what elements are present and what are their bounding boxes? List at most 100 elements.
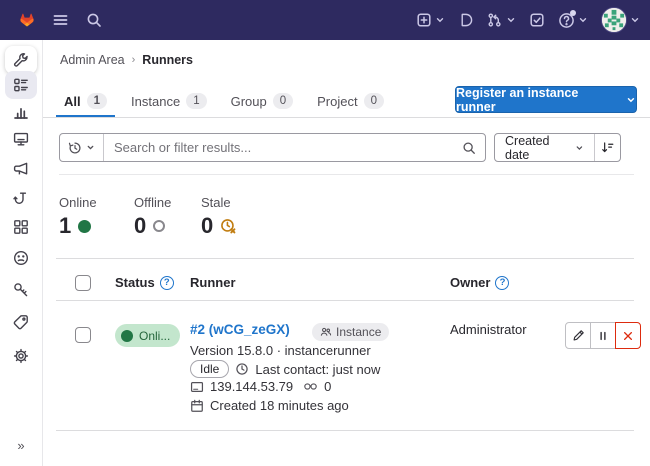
plus-square-icon [416,12,432,28]
gitlab-admin-runners-page: » Admin Area › Runners All 1 Instance 1 … [0,0,650,466]
neutral-face-icon [13,250,29,266]
overview-list-icon [13,77,29,93]
table-top-border [56,258,634,259]
status-help-icon[interactable]: ? [160,276,174,290]
tab-all[interactable]: All 1 [56,85,115,117]
runner-type-badge: Instance [312,323,389,341]
row-checkbox[interactable] [75,327,91,343]
sidebar-item-analytics[interactable] [5,98,37,126]
sidebar-item-settings[interactable] [5,342,37,370]
chevron-down-icon [86,143,95,152]
stale-count: 0 [201,213,213,239]
main-content: Admin Area › Runners All 1 Instance 1 Gr… [43,40,650,466]
chevron-down-icon [578,15,588,25]
column-header-owner: Owner ? [450,275,509,290]
pause-icon [597,330,609,342]
chevron-down-icon [506,15,516,25]
sidebar-item-abuse-reports[interactable] [5,244,37,272]
tab-instance-count: 1 [186,93,206,109]
runner-created-line: Created 18 minutes ago [190,398,349,413]
created-time: Created 18 minutes ago [210,398,349,413]
sidebar-item-ci-cd[interactable] [5,185,37,213]
sidebar-item-monitoring[interactable] [5,125,37,153]
offline-status-icon [153,220,165,232]
runner-ip: 139.144.53.79 [210,379,293,394]
breadcrumb-runners: Runners [142,53,193,67]
sort-descending-icon [601,141,614,154]
issues-button[interactable] [458,12,473,28]
edit-runner-button[interactable] [565,322,591,349]
sidebar-item-keys[interactable] [5,276,37,304]
todo-check-icon [529,12,545,28]
table-header-border [56,300,634,301]
sidebar-item-overview[interactable] [5,71,37,99]
related-count: 0 [324,379,331,394]
register-instance-runner-button[interactable]: Register an instance runner [455,86,637,113]
status-badge: Onli... [115,324,180,347]
sort-direction-button[interactable] [594,134,620,161]
sidebar-item-messages[interactable] [5,155,37,183]
sidebar-item-applications[interactable] [5,213,37,241]
stat-online: Online 1 [59,195,97,239]
pause-runner-button[interactable] [590,322,616,349]
sidebar-collapse-button[interactable]: » [0,438,42,453]
merge-request-icon [486,12,503,28]
tab-project[interactable]: Project 0 [309,85,392,117]
user-menu-button[interactable] [601,7,640,33]
megaphone-icon [13,161,29,177]
idle-badge: Idle [190,360,229,378]
online-count: 1 [59,213,71,239]
breadcrumb: Admin Area › Runners [60,53,193,67]
hamburger-menu-icon[interactable] [52,12,69,28]
filter-history-dropdown[interactable] [60,134,104,161]
row-bottom-border [56,430,634,431]
owner-link[interactable]: Administrator [450,322,527,337]
search-submit-button[interactable] [453,141,485,155]
key-icon [13,282,29,298]
online-dot-icon [121,330,133,342]
wrench-icon [13,52,29,68]
applications-grid-icon [13,219,29,235]
help-menu-button[interactable] [558,12,588,29]
tab-project-count: 0 [364,93,384,109]
bar-chart-icon [13,104,29,120]
sidebar-item-labels[interactable] [5,308,37,336]
tab-instance[interactable]: Instance 1 [123,85,215,117]
last-contact: Last contact: just now [255,362,380,377]
tab-group-count: 0 [273,93,293,109]
calendar-icon [190,399,204,413]
stat-offline: Offline 0 [134,195,171,239]
search-filter-bar [59,133,486,162]
host-icon [190,380,204,394]
chevron-down-icon [630,15,640,25]
sidebar-item-admin-wrench[interactable] [5,46,37,74]
gear-icon [13,348,29,364]
stale-clock-x-icon [220,218,237,235]
todos-button[interactable] [529,12,545,28]
delete-runner-button[interactable] [615,322,641,349]
close-x-icon [622,330,634,342]
tab-group[interactable]: Group 0 [223,85,302,117]
gitlab-logo-icon[interactable] [14,7,40,33]
runner-host-line: 139.144.53.79 0 [190,379,331,394]
runner-actions [565,322,641,349]
clock-icon [235,362,249,376]
chevron-down-icon [435,15,445,25]
sort-by-dropdown[interactable]: Created date [495,134,594,161]
chevron-down-icon [626,95,636,105]
select-all-checkbox[interactable] [75,275,91,291]
breadcrumb-admin-area[interactable]: Admin Area [60,53,125,67]
offline-count: 0 [134,213,146,239]
merge-requests-button[interactable] [486,12,516,28]
admin-sidebar: » [0,40,43,466]
search-input[interactable] [104,140,453,155]
online-status-icon [78,220,91,233]
owner-help-icon[interactable]: ? [495,276,509,290]
runner-link[interactable]: #2 (wCG_zeGX) [190,322,290,337]
hook-icon [13,191,29,207]
stat-stale: Stale 0 [201,195,237,239]
navbar-search-icon[interactable] [86,12,102,28]
issues-doc-icon [458,12,473,28]
new-menu-button[interactable] [416,12,445,28]
section-divider [59,174,634,175]
